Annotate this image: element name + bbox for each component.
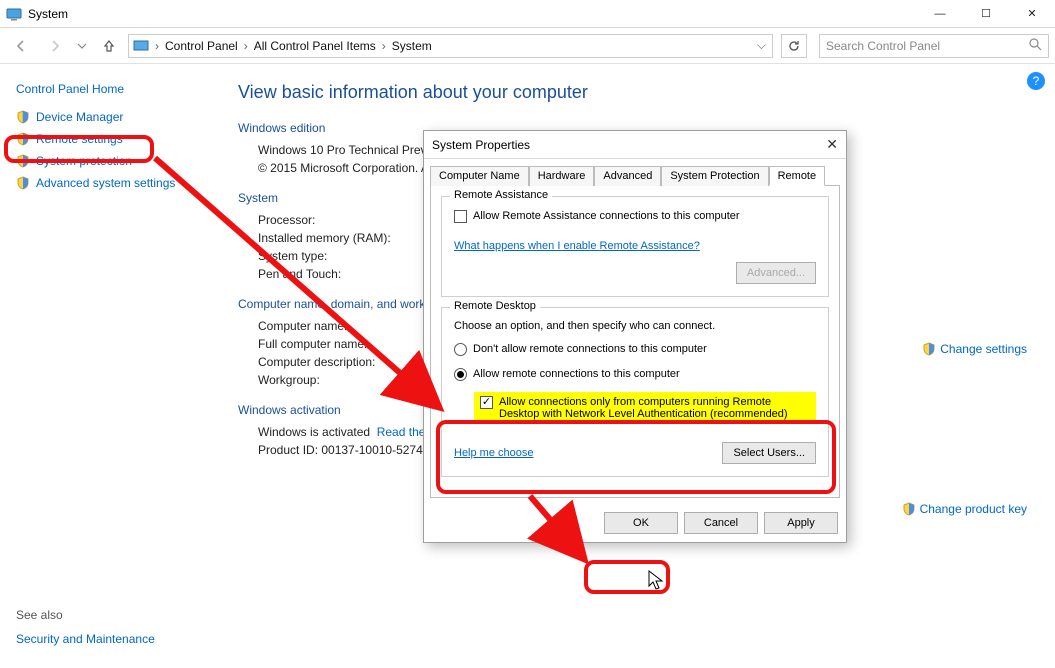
toolbar: › Control Panel › All Control Panel Item… bbox=[0, 28, 1055, 64]
shield-icon bbox=[902, 502, 916, 516]
label-dont-allow: Don't allow remote connections to this c… bbox=[473, 343, 707, 355]
dialog-titlebar: System Properties ✕ bbox=[424, 131, 846, 159]
breadcrumb-item[interactable]: Control Panel bbox=[165, 39, 238, 53]
chevron-right-icon: › bbox=[153, 39, 161, 53]
change-settings-link[interactable]: Change settings bbox=[922, 342, 1027, 356]
label-allow: Allow remote connections to this compute… bbox=[473, 368, 680, 380]
link-ra-what-happens[interactable]: What happens when I enable Remote Assist… bbox=[454, 240, 700, 252]
minimize-button[interactable]: — bbox=[917, 0, 963, 28]
radio-dont-allow[interactable] bbox=[454, 343, 467, 356]
shield-icon bbox=[922, 342, 936, 356]
edition-line1: Windows 10 Pro Technical Previ bbox=[258, 143, 429, 157]
breadcrumb-item[interactable]: All Control Panel Items bbox=[254, 39, 376, 53]
see-also-security[interactable]: Security and Maintenance bbox=[16, 628, 155, 650]
window-title: System bbox=[28, 7, 68, 21]
shield-icon bbox=[16, 176, 30, 190]
radio-allow[interactable] bbox=[454, 368, 467, 381]
tab-remote[interactable]: Remote bbox=[769, 166, 826, 186]
product-id: Product ID: 00137-10010-52743-A bbox=[258, 443, 441, 457]
control-panel-icon bbox=[133, 38, 149, 54]
forward-button[interactable] bbox=[40, 32, 70, 60]
change-product-key-link[interactable]: Change product key bbox=[902, 502, 1027, 516]
button-select-users[interactable]: Select Users... bbox=[722, 442, 816, 464]
sidebar-system-protection[interactable]: System protection bbox=[16, 150, 194, 172]
dialog-button-row: OK Cancel Apply bbox=[424, 504, 846, 542]
dialog-tabs: Computer Name Hardware Advanced System P… bbox=[424, 159, 846, 185]
checkbox-nla[interactable] bbox=[480, 396, 493, 409]
tab-computer-name[interactable]: Computer Name bbox=[430, 166, 529, 186]
sidebar-advanced-settings[interactable]: Advanced system settings bbox=[16, 172, 194, 194]
read-terms-link[interactable]: Read the bbox=[377, 425, 426, 439]
sidebar-remote-settings[interactable]: Remote settings bbox=[16, 128, 194, 150]
ok-button[interactable]: OK bbox=[604, 512, 678, 534]
group-remote-desktop: Remote Desktop Choose an option, and the… bbox=[441, 307, 829, 477]
apply-button[interactable]: Apply bbox=[764, 512, 838, 534]
label-remote-assistance: Allow Remote Assistance connections to t… bbox=[473, 210, 740, 222]
address-bar[interactable]: › Control Panel › All Control Panel Item… bbox=[128, 34, 773, 58]
chevron-right-icon: › bbox=[242, 39, 250, 53]
search-input[interactable]: Search Control Panel bbox=[819, 34, 1049, 58]
back-button[interactable] bbox=[6, 32, 36, 60]
shield-icon bbox=[16, 132, 30, 146]
system-icon bbox=[6, 6, 22, 22]
chevron-down-icon[interactable]: ⌵ bbox=[755, 38, 768, 53]
tab-body-remote: Remote Assistance Allow Remote Assistanc… bbox=[430, 185, 840, 498]
search-icon bbox=[1029, 38, 1042, 54]
tab-system-protection[interactable]: System Protection bbox=[661, 166, 768, 186]
chevron-right-icon: › bbox=[380, 39, 388, 53]
link-help-me-choose[interactable]: Help me choose bbox=[454, 447, 534, 459]
search-placeholder: Search Control Panel bbox=[826, 39, 940, 53]
label-nla: Allow connections only from computers ru… bbox=[499, 396, 810, 420]
sidebar-device-manager[interactable]: Device Manager bbox=[16, 106, 194, 128]
breadcrumb-item[interactable]: System bbox=[392, 39, 432, 53]
dialog-title: System Properties bbox=[432, 138, 530, 152]
edition-line2: © 2015 Microsoft Corporation. A bbox=[258, 161, 429, 175]
tab-advanced[interactable]: Advanced bbox=[594, 166, 661, 186]
control-panel-home-link[interactable]: Control Panel Home bbox=[16, 78, 194, 106]
page-heading: View basic information about your comput… bbox=[238, 82, 1027, 103]
maximize-button[interactable]: ☐ bbox=[963, 0, 1009, 28]
system-properties-dialog: System Properties ✕ Computer Name Hardwa… bbox=[423, 130, 847, 543]
sidebar: Control Panel Home Device Manager Remote… bbox=[0, 64, 210, 668]
recent-dropdown[interactable] bbox=[74, 32, 90, 60]
group-remote-assistance: Remote Assistance Allow Remote Assistanc… bbox=[441, 196, 829, 297]
refresh-button[interactable] bbox=[781, 34, 807, 58]
tab-hardware[interactable]: Hardware bbox=[529, 166, 595, 186]
dialog-close-button[interactable]: ✕ bbox=[826, 136, 838, 153]
window-titlebar: System — ☐ ✕ bbox=[0, 0, 1055, 28]
cancel-button[interactable]: Cancel bbox=[684, 512, 758, 534]
up-button[interactable] bbox=[94, 32, 124, 60]
checkbox-remote-assistance[interactable] bbox=[454, 210, 467, 223]
button-ra-advanced[interactable]: Advanced... bbox=[736, 262, 816, 284]
shield-icon bbox=[16, 154, 30, 168]
close-button[interactable]: ✕ bbox=[1009, 0, 1055, 28]
see-also-label: See also bbox=[16, 608, 155, 622]
shield-icon bbox=[16, 110, 30, 124]
rd-instruction: Choose an option, and then specify who c… bbox=[454, 318, 816, 340]
activation-status: Windows is activated bbox=[258, 425, 370, 439]
